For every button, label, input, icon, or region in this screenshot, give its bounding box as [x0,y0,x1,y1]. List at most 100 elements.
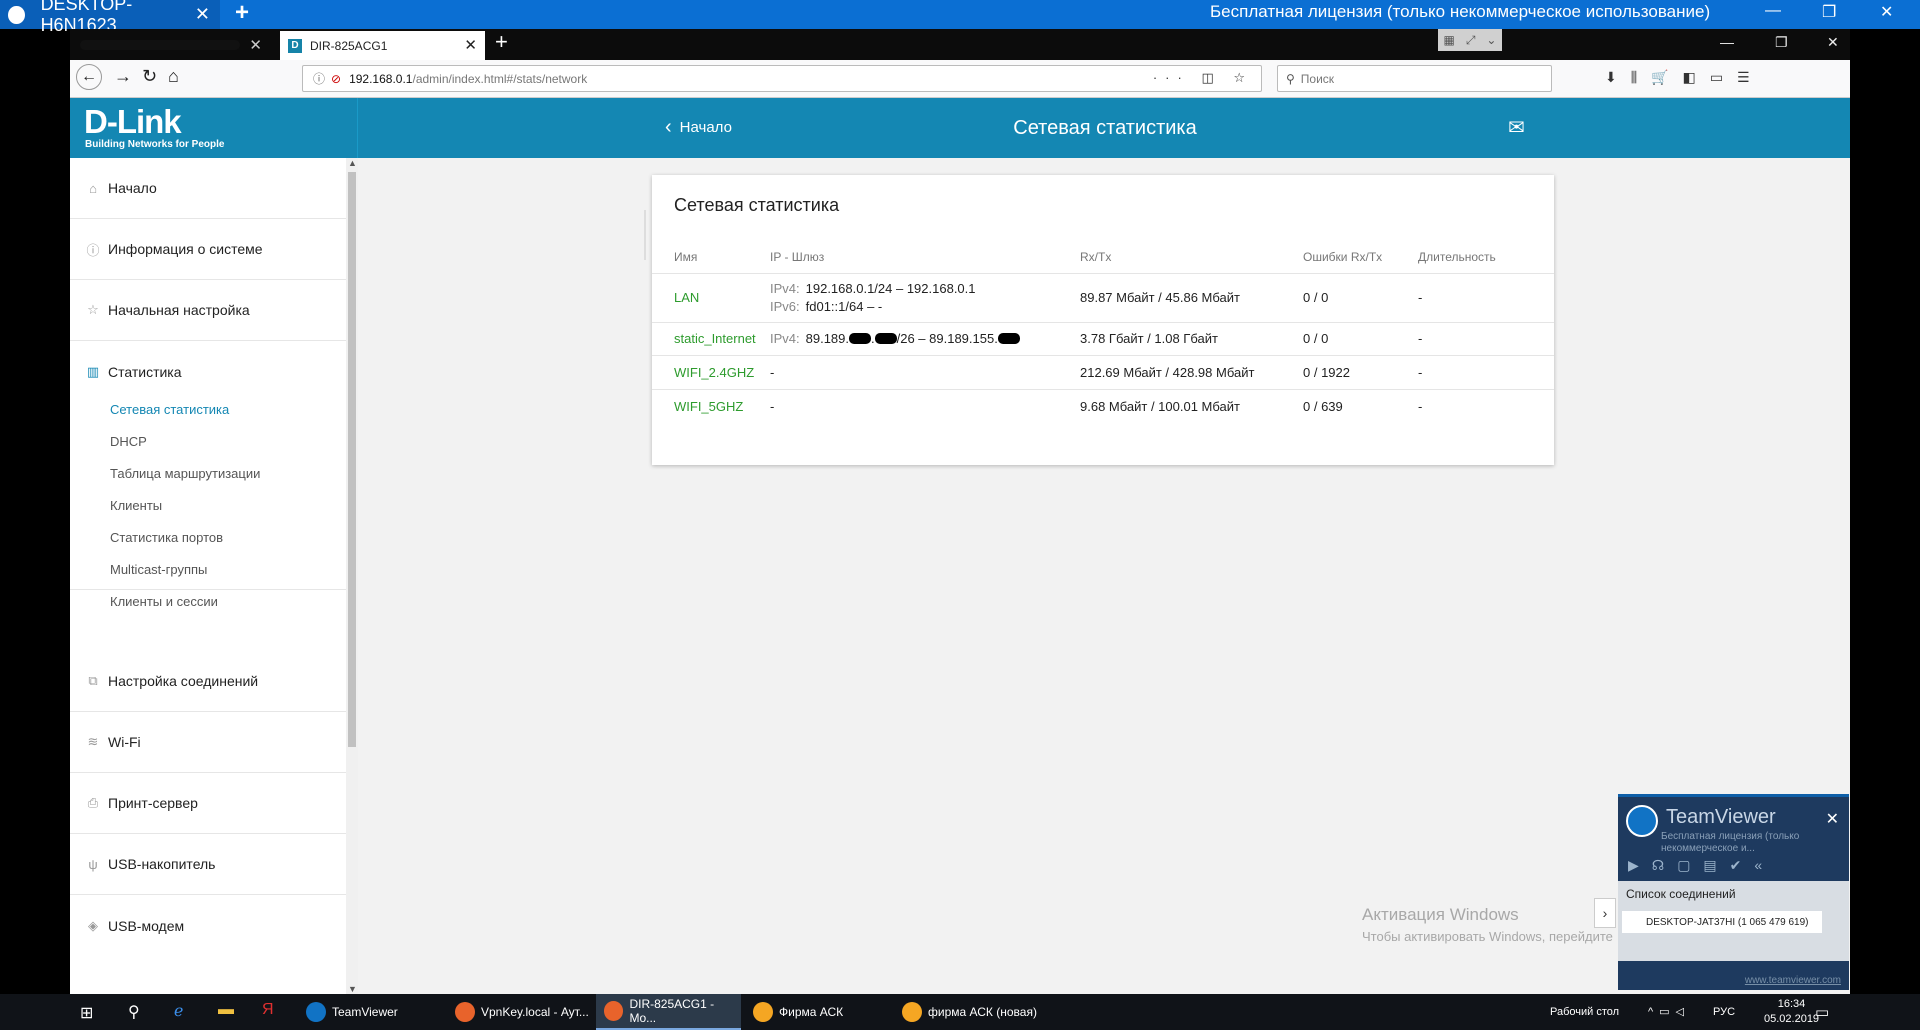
column-header: Ошибки Rx/Tx [1303,241,1418,274]
ipv4-value: 192.168.0.1/24 – 192.168.0.1 [805,281,976,296]
ipv4-label: IPv4: [770,281,800,296]
teamviewer-panel-toggle[interactable]: › [1594,898,1616,928]
notifications-icon[interactable]: ▭ [1815,1003,1829,1021]
close-tab-icon[interactable]: ✕ [249,36,262,54]
folder-icon[interactable]: ▬ [218,1001,234,1019]
sidebar-scrollbar[interactable]: ▲ ▼ [346,158,358,994]
taskbar-app-teamviewer[interactable]: TeamViewer [298,994,443,1030]
fullscreen-icon[interactable]: ⤢ [1466,33,1476,48]
browser-tab-redacted[interactable]: ✕ [70,29,270,60]
sidebar-subitem-routing-table[interactable]: Таблица маршрутизации [110,466,260,481]
page-actions[interactable]: ··· ◫ ☆ [1153,70,1253,86]
sidebar-subitem-sessions[interactable]: Клиенты и сессии [110,594,218,609]
sidebar-item-print-server[interactable]: ⎙ Принт-сервер [70,773,346,834]
reload-icon[interactable]: ↻ [142,66,157,87]
teamviewer-link[interactable]: www.teamviewer.com [1745,975,1841,986]
taskbar-app-1c-new[interactable]: фирма АСК (новая) [894,994,1044,1030]
sidebar-item-wifi[interactable]: ≋ Wi-Fi [70,712,346,773]
sidebar-subitem-network-stats[interactable]: Сетевая статистика [110,402,229,417]
sidebar-subitem-multicast[interactable]: Multicast-группы [110,562,207,577]
sidebar-item-usb-modem[interactable]: ◈ USB-модем [70,895,346,956]
sidebar-item-home[interactable]: ⌂ Начало [70,158,346,219]
sidebar-divider [70,589,346,590]
close-icon[interactable]: ✕ [1880,2,1893,22]
close-tab-icon[interactable]: ✕ [464,36,477,54]
browser-minimize-icon[interactable]: — [1720,34,1734,50]
connection-item[interactable]: DESKTOP-JAT37HI (1 065 479 619) [1622,911,1822,933]
table-header: Имя IP - Шлюз Rx/Tx Ошибки Rx/Tx Длитель… [652,241,1554,274]
back-icon[interactable]: ← [76,64,102,90]
restore-icon[interactable]: ❐ [1822,2,1836,22]
mail-icon[interactable]: ✉ [1508,115,1525,140]
rxtx-cell: 212.69 Мбайт / 428.98 Мбайт [1080,355,1303,390]
info-icon: ⓘ [86,242,100,258]
sidebar-subitem-clients[interactable]: Клиенты [110,498,162,513]
home-icon[interactable]: ⌂ [168,66,179,87]
card-divider [644,210,646,260]
sidebar-item-label: Начало [108,180,157,196]
teamviewer-license: Бесплатная лицензия (только некоммерческ… [1661,831,1800,854]
firefox-icon [455,1002,475,1022]
taskbar-app-firefox-dlink[interactable]: DIR-825ACG1 - Mo... [596,994,741,1030]
sidebar-item-label: Wi-Fi [108,734,141,750]
close-session-icon[interactable]: ✕ [195,4,210,25]
taskbar-app-label: Фирма АСК [779,1005,844,1019]
taskbar-app-1c[interactable]: Фирма АСК [745,994,890,1030]
redaction-mark [849,333,871,344]
forward-icon[interactable]: → [114,66,132,87]
system-tray-icons[interactable]: ^▭◁ [1648,1005,1690,1018]
network-stats-table: Имя IP - Шлюз Rx/Tx Ошибки Rx/Tx Длитель… [652,241,1554,423]
scroll-down-icon[interactable]: ▼ [348,984,357,994]
url-bar[interactable]: ⓘ ⊘ 192.168.0.1/admin/index.html#/stats/… [302,65,1262,92]
yandex-icon[interactable]: Я [262,1001,274,1019]
sidebar-subitem-dhcp[interactable]: DHCP [110,434,147,449]
language-indicator[interactable]: РУС [1713,1006,1735,1018]
toolbar-icons[interactable]: ⬇⫼🛒◧▭☰ [1605,69,1764,86]
table-row: WIFI_5GHZ - 9.68 Мбайт / 100.01 Мбайт 0 … [652,389,1554,423]
network-stats-card: Сетевая статистика Имя IP - Шлюз Rx/Tx О… [644,175,1554,465]
errors-cell: 0 / 0 [1303,273,1418,323]
home-icon: ⌂ [89,180,97,196]
chevron-down-icon[interactable]: ⌄ [1486,33,1496,47]
info-icon[interactable]: ⓘ [313,70,325,87]
new-session-icon[interactable]: + [235,0,249,27]
grid-icon[interactable]: ▦ [1443,33,1454,47]
interface-name: static_Internet [652,322,770,356]
sidebar-item-system-info[interactable]: ⓘ Информация о системе [70,219,346,280]
teamviewer-session-tab[interactable]: DESKTOP-H6N1623 ✕ [0,0,220,35]
insecure-lock-icon[interactable]: ⊘ [331,72,341,86]
duration-cell: - [1418,273,1554,323]
search-input[interactable]: ⚲ Поиск [1277,65,1552,92]
rxtx-cell: 9.68 Мбайт / 100.01 Мбайт [1080,398,1240,414]
desktop-toolbar[interactable]: Рабочий стол [1550,1006,1619,1018]
sidebar-subitem-port-stats[interactable]: Статистика портов [110,530,223,545]
scrollbar-thumb[interactable] [348,172,356,747]
clock[interactable]: 16:34 05.02.2019 [1764,997,1819,1027]
windows-start-icon[interactable]: ⊞ [80,1003,93,1023]
new-tab-icon[interactable]: + [495,29,508,55]
sidebar-item-usb-storage[interactable]: ψ USB-накопитель [70,834,346,895]
browser-restore-icon[interactable]: ❐ [1775,34,1788,51]
sidebar-item-connections[interactable]: ⧉ Настройка соединений [70,651,346,712]
teamviewer-tool-icons[interactable]: ▶☊▢▤✔« [1628,857,1775,874]
sidebar-item-statistics[interactable]: ▥ Статистика [70,341,346,402]
scroll-up-icon[interactable]: ▲ [348,158,357,168]
page-header: D-Link Building Networks for People ‹ На… [70,98,1850,158]
teamviewer-remote-controls[interactable]: ▦ ⤢ ⌄ [1438,29,1502,51]
browser-tab-active[interactable]: D DIR-825ACG1 ✕ [280,31,485,60]
watermark-subtitle: Чтобы активировать Windows, перейдите [1362,929,1613,944]
browser-close-icon[interactable]: ✕ [1827,34,1839,51]
browser-window: ✕ D DIR-825ACG1 ✕ + ▦ ⤢ ⌄ — ❐ ✕ ← → ↻ ⌂ … [70,29,1850,994]
sidebar-item-label: Начальная настройка [108,302,250,318]
search-icon[interactable]: ⚲ [128,1002,140,1022]
close-panel-icon[interactable]: ✕ [1826,809,1839,829]
url-path: /admin/index.html#/stats/network [412,71,588,86]
ip-gateway-cell: - [770,355,1080,390]
minimize-icon[interactable]: — [1765,2,1781,20]
chevron-right-icon: › [1602,905,1608,921]
column-header: IP - Шлюз [770,241,1080,274]
sidebar-item-initial-setup[interactable]: ☆ Начальная настройка [70,280,346,341]
taskbar-app-firefox-vpnkey[interactable]: VpnKey.local - Аут... [447,994,592,1030]
ie-icon[interactable]: ℯ [174,1001,183,1021]
ip-gateway-cell: IPv4: 192.168.0.1/24 – 192.168.0.1 IPv6: f… [770,273,1080,323]
